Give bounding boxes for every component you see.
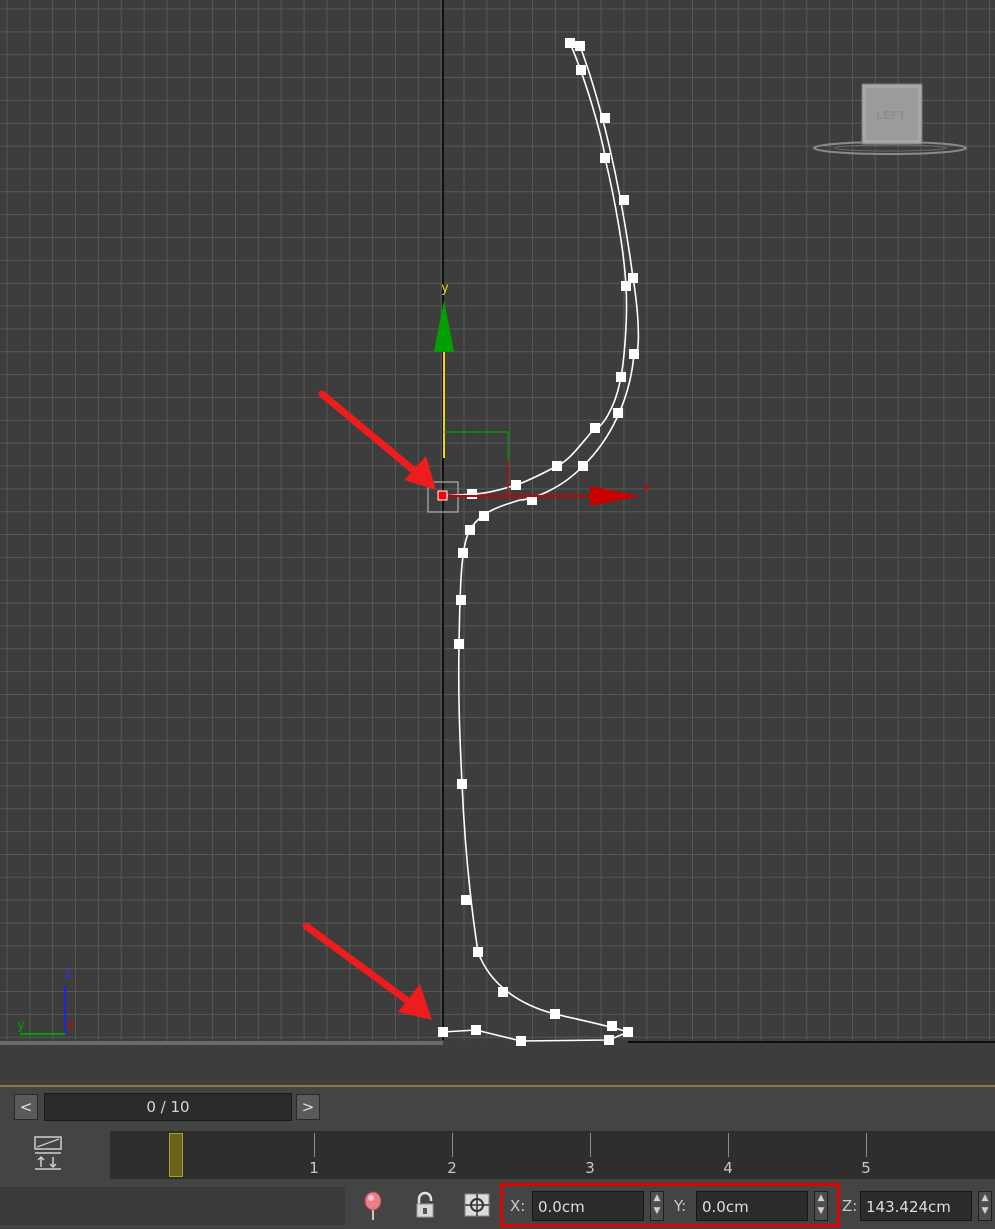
move-gizmo[interactable]: y x [434, 281, 651, 506]
left-viewport[interactable]: y x LEFT z y x [0, 0, 995, 1085]
spline-vertex[interactable] [604, 1035, 614, 1045]
axis-tripod: z y x [17, 967, 75, 1035]
spline-vertex[interactable] [498, 987, 508, 997]
gizmo-x-label: x [643, 480, 651, 495]
status-prompt-area [0, 1187, 345, 1225]
curve-editor-icon[interactable] [33, 1135, 63, 1171]
track-tick-line [728, 1133, 729, 1157]
spline-vertex[interactable] [600, 113, 610, 123]
spline-vertex[interactable] [454, 639, 464, 649]
z-coord-field[interactable]: 143.424cm [860, 1191, 972, 1221]
spline-vertex[interactable] [629, 349, 639, 359]
absolute-mode-transform-icon[interactable] [462, 1190, 492, 1222]
viewport-canvas[interactable]: y x LEFT z y x [0, 0, 995, 1085]
track-tick-label: 2 [447, 1159, 457, 1177]
spline-vertices[interactable] [438, 38, 639, 1046]
spline-vertex[interactable] [550, 1009, 560, 1019]
z-coord-label: Z: [842, 1197, 858, 1215]
current-time-marker[interactable] [169, 1133, 183, 1177]
spline-vertex[interactable] [461, 895, 471, 905]
spline-vertex[interactable] [600, 153, 610, 163]
spline-vertex[interactable] [590, 423, 600, 433]
track-tick-label: 3 [585, 1159, 595, 1177]
viewport-grid [0, 0, 995, 1041]
spline-vertex[interactable] [458, 548, 468, 558]
ground-strip [0, 1041, 443, 1045]
spline-vertex[interactable] [467, 489, 477, 499]
spline-vertex[interactable] [607, 1021, 617, 1031]
spline-vertex[interactable] [576, 65, 586, 75]
gizmo-plane-handle[interactable] [444, 431, 509, 496]
spline-vertex[interactable] [616, 372, 626, 382]
track-tick-line [590, 1133, 591, 1157]
spline-vertex[interactable] [465, 525, 475, 535]
spline-vertex[interactable] [552, 461, 562, 471]
time-slider-bar: < 0 / 10 > [0, 1085, 995, 1127]
viewcube[interactable]: LEFT [813, 83, 967, 155]
track-area[interactable]: 012345 [110, 1131, 995, 1179]
spline-vertex[interactable] [575, 41, 585, 51]
spline-vertex[interactable] [479, 511, 489, 521]
spline-vertex[interactable] [471, 1025, 481, 1035]
spline-vertex[interactable] [516, 1036, 526, 1046]
spline-vertex[interactable] [438, 1027, 448, 1037]
time-slider[interactable]: 0 / 10 [44, 1093, 292, 1121]
gizmo-y-arrowhead[interactable] [434, 300, 454, 352]
annotation-arrow-bottom [302, 922, 432, 1020]
spline-vertex[interactable] [511, 480, 521, 490]
tripod-z-label: z [64, 967, 72, 982]
spline-vertex[interactable] [457, 779, 467, 789]
track-tick-label: 4 [723, 1159, 733, 1177]
viewcube-label: LEFT [876, 109, 906, 122]
isolate-selection-icon[interactable] [358, 1190, 388, 1222]
spline-shape[interactable] [427, 38, 640, 1046]
spline-vertex[interactable] [456, 595, 466, 605]
annotation-arrow-top [318, 390, 436, 490]
x-coord-field[interactable]: 0.0cm [532, 1191, 644, 1221]
y-coord-field[interactable]: 0.0cm [696, 1191, 808, 1221]
track-tick-line [314, 1133, 315, 1157]
track-bar: 012345 [0, 1127, 995, 1183]
y-coord-label: Y: [674, 1197, 687, 1215]
spline-vertex[interactable] [578, 461, 588, 471]
spline-vertex[interactable] [621, 281, 631, 291]
gizmo-y-label: y [441, 281, 449, 296]
track-tick-line [866, 1133, 867, 1157]
spline-vertex[interactable] [565, 38, 575, 48]
spline-vertex[interactable] [619, 195, 629, 205]
spline-outer-path[interactable] [442, 45, 640, 1042]
spline-vertex[interactable] [473, 947, 483, 957]
spline-vertex[interactable] [613, 408, 623, 418]
z-coord-spinner[interactable]: ▲ ▼ [978, 1191, 992, 1221]
x-coord-label: X: [510, 1197, 526, 1215]
x-coord-spinner[interactable]: ▲ ▼ [650, 1191, 664, 1221]
tripod-x-label: x [67, 1018, 75, 1033]
selection-lock-icon[interactable] [410, 1190, 440, 1222]
track-tick-line [452, 1133, 453, 1157]
track-tick-label: 1 [309, 1159, 319, 1177]
first-vertex-red[interactable] [437, 490, 448, 501]
next-frame-button[interactable]: > [296, 1094, 320, 1120]
frame-display: 0 / 10 [146, 1098, 190, 1116]
track-tick-label: 5 [861, 1159, 871, 1177]
tripod-y-label: y [17, 1018, 25, 1033]
status-bar: X: 0.0cm ▲ ▼ Y: 0.0cm ▲ ▼ Z: 143.424cm ▲ ▼ [0, 1183, 995, 1229]
y-coord-spinner[interactable]: ▲ ▼ [814, 1191, 828, 1221]
previous-frame-button[interactable]: < [14, 1094, 38, 1120]
spline-vertex[interactable] [623, 1027, 633, 1037]
